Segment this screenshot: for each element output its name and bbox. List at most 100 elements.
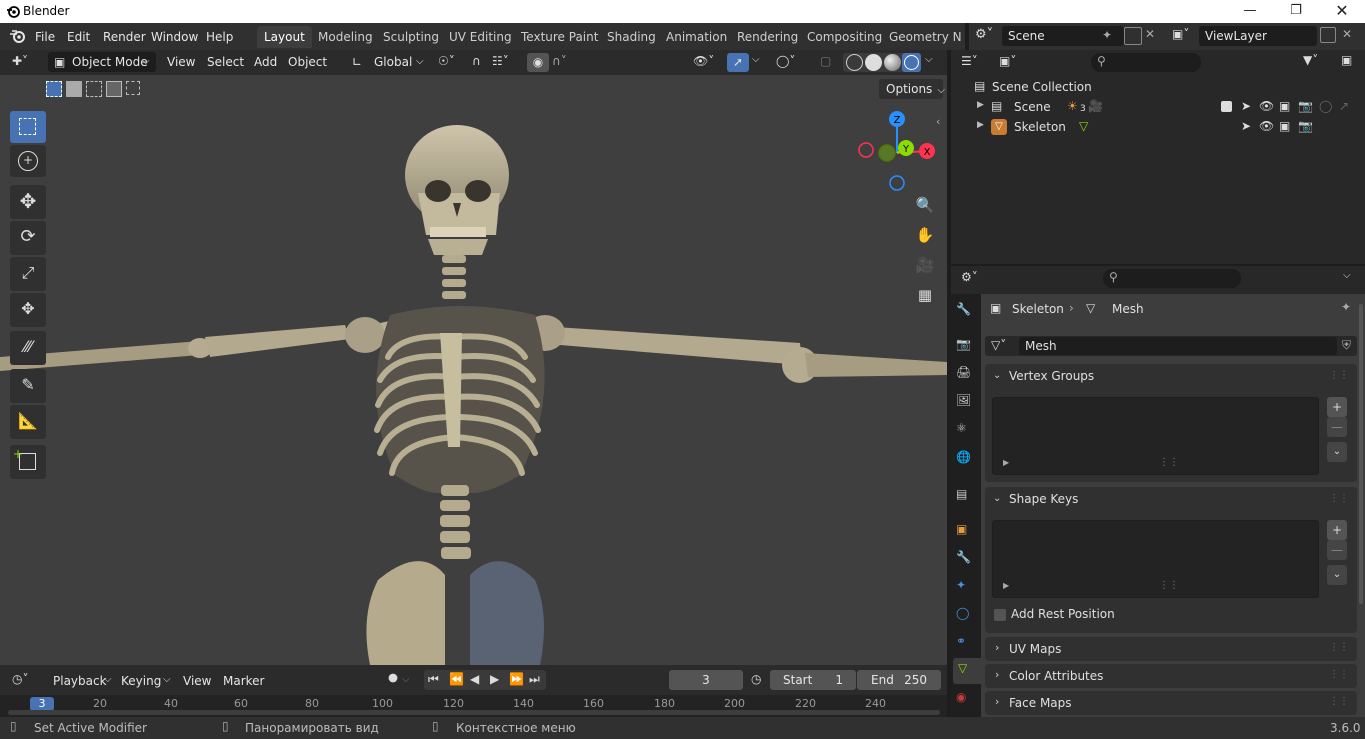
tab-geometry-nodes[interactable]: Geometry Noc (882, 26, 962, 48)
outliner-row-scene-collection[interactable]: ▤ Scene Collection (951, 78, 1365, 98)
uv-maps-panel[interactable]: › UV Maps ⋮⋮ (985, 637, 1357, 661)
outliner-row-skeleton[interactable]: ▶ ▽ Skeleton ▽ ➤ 👁 ▣ 📷 (951, 118, 1365, 138)
proportional-edit-icon[interactable]: ◉ (527, 53, 549, 72)
editor-type-icon[interactable]: ✚˅ (12, 54, 28, 68)
timeline-ruler[interactable]: 3 20 40 60 80 100 120 140 160 180 200 22… (0, 695, 947, 717)
jump-end-icon[interactable]: ⏭ (529, 672, 540, 687)
play-reverse-icon[interactable]: ◀ (470, 672, 479, 686)
new-scene-icon[interactable] (1124, 27, 1142, 45)
drag-handle-icon[interactable]: ⋮⋮ (1329, 642, 1349, 653)
scene-selector-icon[interactable]: ⚙˅ (975, 27, 993, 42)
minimize-button[interactable]: — (1227, 0, 1273, 23)
view-layer-tab-icon[interactable]: 🖼 (956, 393, 980, 417)
properties-editor-type-icon[interactable]: ⚙˅ (961, 270, 978, 284)
chevron-down-icon[interactable]: ⌵ (925, 54, 933, 65)
preview-range-clock-icon[interactable]: ◷ (751, 672, 761, 686)
close-button[interactable]: ✕ (1319, 0, 1365, 23)
viewlayer-name-field[interactable]: ViewLayer (1199, 26, 1317, 46)
menu-timeline-view[interactable]: View (183, 671, 211, 691)
mesh-name-input[interactable]: Mesh (1019, 337, 1337, 355)
mode-dropdown[interactable]: ▣ Object Mode ⌵ (48, 52, 156, 72)
tool-tab-icon[interactable]: 🔧 (956, 302, 980, 326)
properties-scrollbar[interactable] (1359, 304, 1363, 604)
tab-modeling[interactable]: Modeling (311, 26, 380, 48)
menu-add[interactable]: Add (254, 52, 277, 72)
maximize-button[interactable]: ❐ (1273, 0, 1319, 23)
vertex-groups-header[interactable]: ⌄ Vertex Groups ⋮⋮ (985, 364, 1357, 388)
modifier-tab-icon[interactable]: 🔧 (956, 550, 980, 574)
play-icon[interactable]: ▶ (490, 672, 499, 686)
constraints-tab-icon[interactable]: ⚭ (956, 634, 980, 658)
render-tab-icon[interactable]: 📷 (956, 337, 980, 361)
remove-viewlayer-icon[interactable]: ✕ (1342, 27, 1352, 41)
start-frame-field[interactable]: Start 1 (770, 670, 856, 690)
skeleton-model[interactable] (0, 75, 947, 665)
render-camera-icon[interactable]: 📷 (1298, 99, 1313, 113)
filter-icon[interactable]: ▼˅ (1303, 53, 1318, 67)
new-collection-icon[interactable]: ▣ (1341, 53, 1352, 67)
menu-marker[interactable]: Marker (223, 671, 264, 691)
viewlayer-selector-icon[interactable]: ▣˅ (1172, 27, 1189, 41)
mesh-datablock-field[interactable]: ▽˅ Mesh ⛨ (985, 336, 1357, 356)
viewport-display-icon[interactable]: ▣ (1279, 119, 1290, 133)
jump-start-icon[interactable]: ⏮ (428, 672, 439, 687)
display-mode-icon[interactable]: ▣˅ (999, 54, 1016, 68)
vertex-groups-list[interactable]: ▶ ⋮⋮ (992, 397, 1319, 475)
scale-tool[interactable]: ⤢ (10, 257, 46, 291)
properties-search-input[interactable]: ⚲ (1103, 269, 1241, 288)
snap-target-icon[interactable]: ☷˅ (492, 54, 509, 68)
menu-keying[interactable]: Keying (121, 671, 161, 691)
current-frame-field[interactable]: 3 (669, 670, 743, 690)
indirect-only-icon[interactable]: ↗ (1339, 99, 1349, 113)
tab-sculpting[interactable]: Sculpting (376, 26, 446, 48)
selectable-icon[interactable]: ➤ (1241, 99, 1251, 113)
transform-tool[interactable]: ✥ (10, 293, 46, 327)
pan-hand-icon[interactable]: ✋ (911, 221, 939, 249)
perspective-grid-icon[interactable]: ▦ (911, 281, 939, 309)
add-cube-tool[interactable]: + (10, 445, 46, 479)
output-tab-icon[interactable]: 🖨 (956, 365, 980, 389)
shape-keys-header[interactable]: ⌄ Shape Keys ⋮⋮ (985, 487, 1357, 511)
drag-handle-icon[interactable]: ⋮⋮ (1329, 487, 1349, 511)
face-maps-panel[interactable]: › Face Maps ⋮⋮ (985, 691, 1357, 715)
blender-menu-icon[interactable] (9, 28, 27, 44)
solid-shading-icon[interactable] (865, 54, 882, 71)
add-rest-position-checkbox[interactable] (994, 609, 1006, 621)
pivot-point-icon[interactable]: ☉˅ (438, 54, 455, 68)
tab-uv-editing[interactable]: UV Editing (442, 26, 519, 48)
world-tab-icon[interactable]: 🌐 (956, 450, 980, 474)
include-checkbox[interactable] (1221, 101, 1232, 112)
menu-view[interactable]: View (167, 52, 195, 72)
render-camera-icon[interactable]: 📷 (1298, 119, 1313, 133)
select-box-tool[interactable] (10, 111, 46, 143)
particles-tab-icon[interactable]: ✦ (956, 578, 980, 602)
chevron-down-icon[interactable]: ⌵ (752, 54, 760, 65)
cursor-tool[interactable]: + (10, 145, 46, 177)
list-resize-handle-icon[interactable]: ⋮⋮ (1159, 580, 1179, 591)
navigation-gizmo[interactable]: Z Y X (855, 110, 940, 192)
viewport-display-icon[interactable]: ▣ (1279, 99, 1290, 113)
list-expand-icon[interactable]: ▶ (1003, 458, 1009, 467)
falloff-icon[interactable]: ∩˅ (552, 54, 567, 68)
tab-animation[interactable]: Animation (659, 26, 734, 48)
material-tab-icon[interactable]: ◉ (956, 690, 980, 714)
outliner-search-input[interactable]: ⚲ (1091, 53, 1201, 72)
xray-icon[interactable]: ▢ (820, 54, 831, 68)
eye-icon[interactable]: 👁 (1259, 99, 1274, 113)
camera-view-icon[interactable]: 🎥 (911, 251, 939, 279)
menu-window[interactable]: Window (146, 28, 203, 46)
3d-viewport[interactable]: Options ⌵ + ✥ ⟳ ⤢ ✥ ⁄⁄⁄ ✎ 📐 + Z Y X ‹ 🔍 … (0, 75, 947, 665)
measure-tool[interactable]: 📐 (10, 405, 46, 439)
shape-keys-list[interactable]: ▶ ⋮⋮ (992, 520, 1319, 598)
drag-handle-icon[interactable]: ⋮⋮ (1329, 696, 1349, 707)
drag-handle-icon[interactable]: ⋮⋮ (1329, 669, 1349, 680)
menu-help[interactable]: Help (201, 28, 238, 46)
vertex-group-specials-button[interactable]: ⌄ (1327, 442, 1347, 462)
holdout-icon[interactable]: ◯ (1319, 99, 1332, 113)
tab-layout[interactable]: Layout (257, 26, 312, 48)
snap-icon[interactable]: ∩ (472, 54, 481, 68)
fake-user-shield-icon[interactable]: ⛨ (1342, 338, 1351, 353)
next-keyframe-icon[interactable]: ⏩ (509, 672, 524, 686)
outliner-editor-type-icon[interactable]: ☰˅ (961, 54, 978, 68)
visibility-icon[interactable]: 👁˅ (693, 54, 714, 68)
